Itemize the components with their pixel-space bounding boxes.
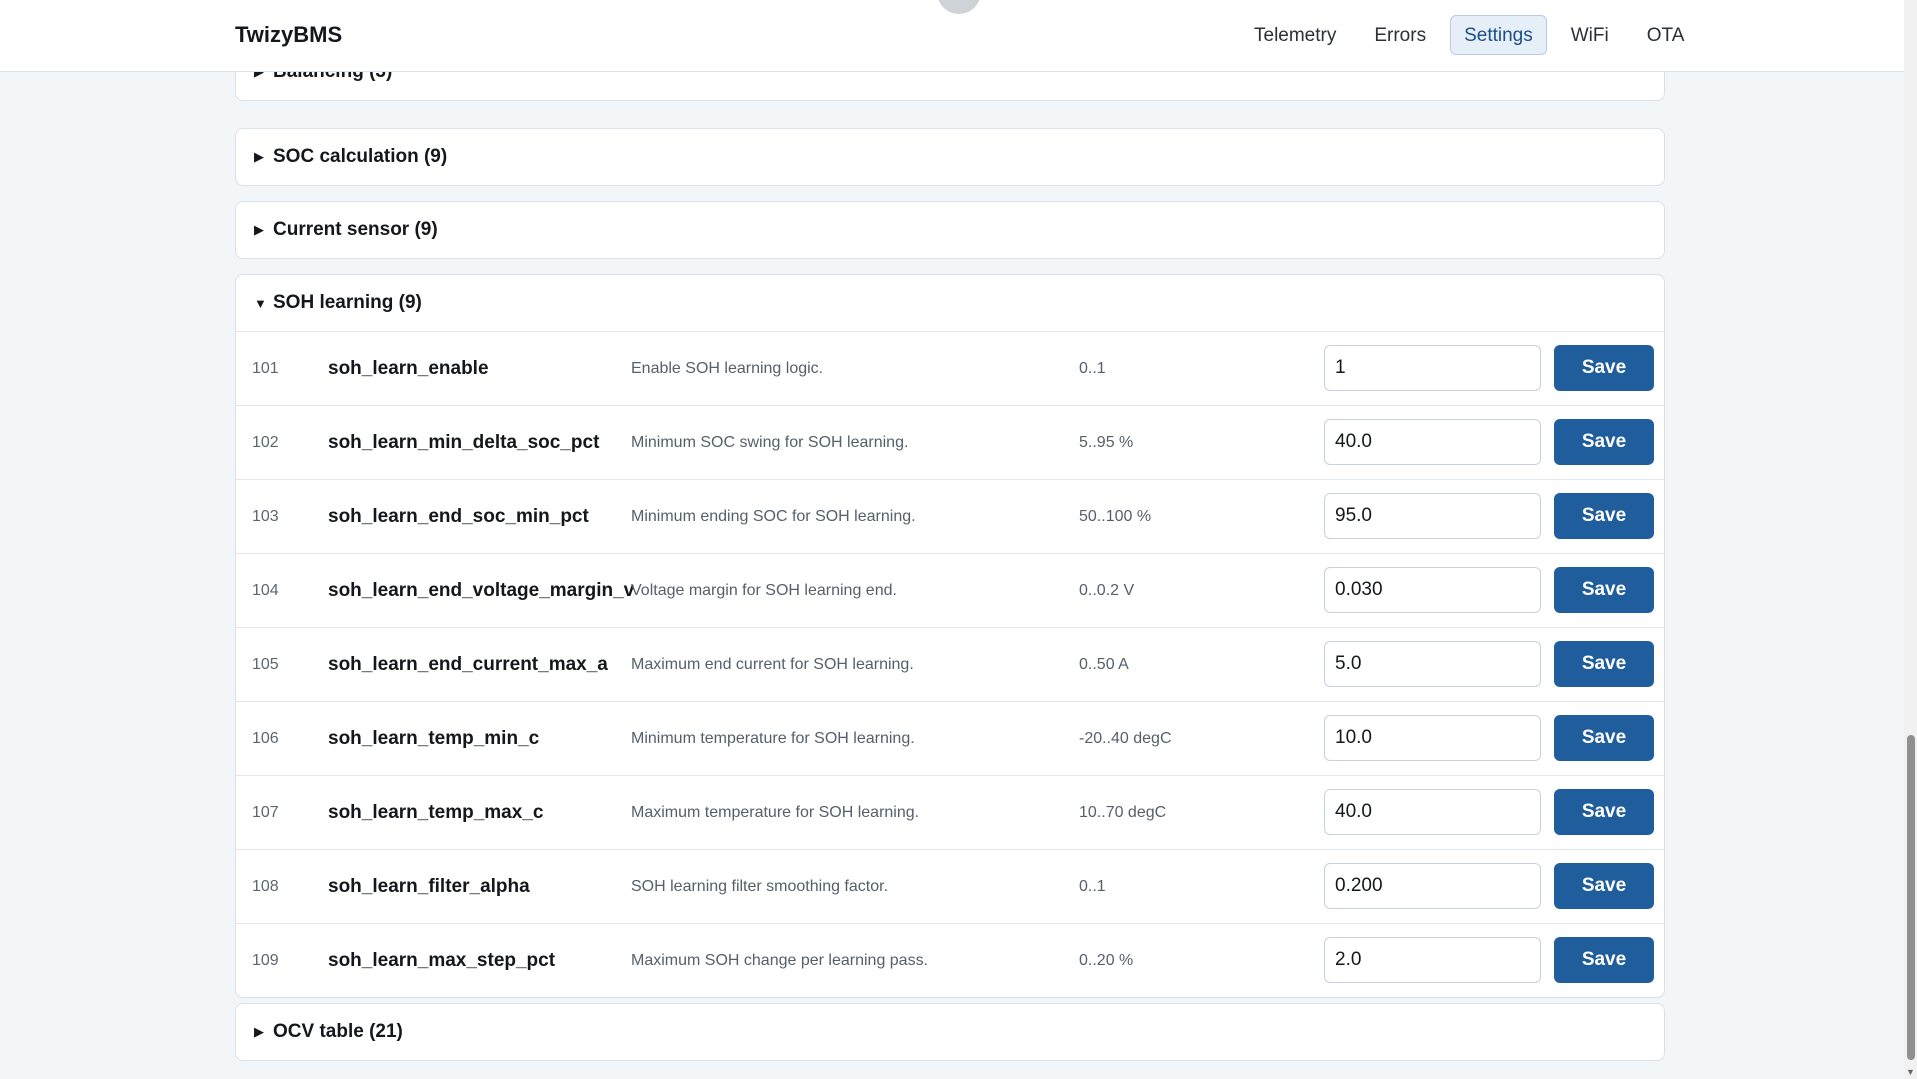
setting-value-input[interactable] xyxy=(1324,567,1541,613)
setting-value-input[interactable] xyxy=(1324,493,1541,539)
nav-telemetry[interactable]: Telemetry xyxy=(1240,15,1350,55)
setting-range: 0..1 xyxy=(1079,360,1106,377)
setting-description: Voltage margin for SOH learning end. xyxy=(631,582,897,599)
save-button[interactable]: Save xyxy=(1554,789,1654,835)
setting-value-input[interactable] xyxy=(1324,345,1541,391)
section-current-sensor: ▶ Current sensor (9) xyxy=(235,201,1665,259)
caret-right-icon: ▶ xyxy=(254,222,264,237)
setting-id: 108 xyxy=(252,878,279,895)
scrollbar-thumb[interactable] xyxy=(1907,735,1915,1060)
setting-id: 107 xyxy=(252,804,279,821)
setting-range: 0..20 % xyxy=(1079,952,1134,969)
setting-id: 101 xyxy=(252,360,279,377)
setting-range: 5..95 % xyxy=(1079,434,1134,451)
caret-down-icon: ▼ xyxy=(254,295,267,311)
nav-settings[interactable]: Settings xyxy=(1450,15,1547,55)
section-title: OCV table (21) xyxy=(273,1021,403,1042)
setting-row: 104 soh_learn_end_voltage_margin_v Volta… xyxy=(236,554,1664,628)
section-title: SOC calculation (9) xyxy=(273,146,448,167)
save-button[interactable]: Save xyxy=(1554,493,1654,539)
section-title: SOH learning (9) xyxy=(273,292,422,313)
setting-row: 109 soh_learn_max_step_pct Maximum SOH c… xyxy=(236,924,1664,997)
section-soh-summary[interactable]: ▼ SOH learning (9) xyxy=(236,275,1664,331)
setting-row: 105 soh_learn_end_current_max_a Maximum … xyxy=(236,628,1664,702)
setting-name: soh_learn_end_voltage_margin_v xyxy=(328,580,635,601)
brand-title: TwizyBMS xyxy=(235,22,343,47)
setting-description: Minimum temperature for SOH learning. xyxy=(631,730,915,747)
save-button[interactable]: Save xyxy=(1554,641,1654,687)
setting-row: 103 soh_learn_end_soc_min_pct Minimum en… xyxy=(236,480,1664,554)
setting-name: soh_learn_filter_alpha xyxy=(328,876,530,897)
setting-name: soh_learn_max_step_pct xyxy=(328,950,556,971)
setting-name: soh_learn_end_soc_min_pct xyxy=(328,506,589,527)
setting-row: 102 soh_learn_min_delta_soc_pct Minimum … xyxy=(236,406,1664,480)
setting-range: 10..70 degC xyxy=(1079,804,1167,821)
setting-range: 0..1 xyxy=(1079,878,1106,895)
setting-value-input[interactable] xyxy=(1324,715,1541,761)
save-button[interactable]: Save xyxy=(1554,715,1654,761)
vertical-scrollbar[interactable]: ▼ xyxy=(1904,0,1917,1079)
setting-range: 0..50 A xyxy=(1079,656,1129,673)
setting-description: Enable SOH learning logic. xyxy=(631,360,824,377)
setting-value-input[interactable] xyxy=(1324,641,1541,687)
save-button[interactable]: Save xyxy=(1554,863,1654,909)
setting-range: 0..0.2 V xyxy=(1079,582,1135,599)
setting-range: 50..100 % xyxy=(1079,508,1152,525)
nav-errors[interactable]: Errors xyxy=(1360,15,1440,55)
save-button[interactable]: Save xyxy=(1554,345,1654,391)
setting-row: 106 soh_learn_temp_min_c Minimum tempera… xyxy=(236,702,1664,776)
nav-wifi[interactable]: WiFi xyxy=(1557,15,1623,55)
setting-name: soh_learn_min_delta_soc_pct xyxy=(328,432,600,453)
setting-id: 104 xyxy=(252,582,279,599)
setting-name: soh_learn_temp_max_c xyxy=(328,802,544,823)
setting-id: 103 xyxy=(252,508,279,525)
setting-value-input[interactable] xyxy=(1324,937,1541,983)
soh-settings-list: 101 soh_learn_enable Enable SOH learning… xyxy=(236,331,1664,997)
caret-right-icon: ▶ xyxy=(254,149,264,164)
scroll-down-arrow-icon[interactable]: ▼ xyxy=(1906,1067,1915,1077)
setting-name: soh_learn_temp_min_c xyxy=(328,728,540,749)
section-current-summary[interactable]: ▶ Current sensor (9) xyxy=(236,202,1664,258)
save-button[interactable]: Save xyxy=(1554,937,1654,983)
setting-description: SOH learning filter smoothing factor. xyxy=(631,878,889,895)
section-ocv-table: ▶ OCV table (21) xyxy=(235,1003,1665,1061)
setting-id: 102 xyxy=(252,434,279,451)
section-title: Current sensor (9) xyxy=(273,219,438,240)
setting-range: -20..40 degC xyxy=(1079,730,1172,747)
save-button[interactable]: Save xyxy=(1554,567,1654,613)
setting-row: 107 soh_learn_temp_max_c Maximum tempera… xyxy=(236,776,1664,850)
caret-right-icon: ▶ xyxy=(254,1024,264,1039)
setting-row: 108 soh_learn_filter_alpha SOH learning … xyxy=(236,850,1664,924)
section-soh-learning: ▼ SOH learning (9) 101 soh_learn_enable … xyxy=(235,274,1665,998)
setting-row: 101 soh_learn_enable Enable SOH learning… xyxy=(236,332,1664,406)
save-button[interactable]: Save xyxy=(1554,419,1654,465)
setting-name: soh_learn_enable xyxy=(328,358,489,379)
nav-ota[interactable]: OTA xyxy=(1633,15,1699,55)
setting-value-input[interactable] xyxy=(1324,789,1541,835)
setting-description: Minimum SOC swing for SOH learning. xyxy=(631,434,909,451)
setting-value-input[interactable] xyxy=(1324,419,1541,465)
section-soc-summary[interactable]: ▶ SOC calculation (9) xyxy=(236,129,1664,185)
setting-id: 106 xyxy=(252,730,279,747)
setting-name: soh_learn_end_current_max_a xyxy=(328,654,608,675)
setting-id: 105 xyxy=(252,656,279,673)
main-nav: Telemetry Errors Settings WiFi OTA xyxy=(1240,15,1698,55)
setting-description: Maximum temperature for SOH learning. xyxy=(631,804,920,821)
setting-description: Maximum SOH change per learning pass. xyxy=(631,952,929,969)
setting-description: Minimum ending SOC for SOH learning. xyxy=(631,508,916,525)
setting-value-input[interactable] xyxy=(1324,863,1541,909)
section-ocv-summary[interactable]: ▶ OCV table (21) xyxy=(236,1004,1664,1060)
setting-id: 109 xyxy=(252,952,279,969)
section-soc-calculation: ▶ SOC calculation (9) xyxy=(235,128,1665,186)
setting-description: Maximum end current for SOH learning. xyxy=(631,656,914,673)
